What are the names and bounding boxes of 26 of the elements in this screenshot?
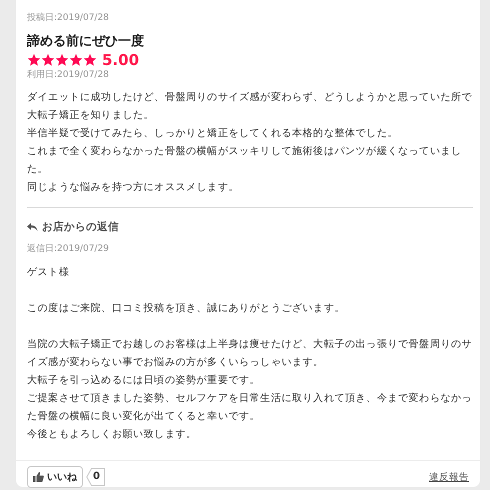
reply-text: 当院の大転子矯正でお越しのお客様は上半身は痩せたけど、大転子の出っ張りで骨盤周りのサイズ感が変わらない事でお悩みの方が多くいらっしゃいます。 [27, 338, 473, 370]
star-icon [41, 53, 55, 67]
like-count: 0 [86, 468, 105, 486]
review-text: 半信半疑で受けてみたら、しっかりと矯正をしてくれる本格的な整体でした。 [27, 126, 399, 141]
review-text: ダイエットに成功したけど、骨盤周りのサイズ感が変わらず、どうしようかと思っていた所で大転子矯正を知りました。 [27, 90, 473, 123]
reply-text: 今後ともよろしくお願い致します。 [27, 428, 198, 442]
reply-text: この度はご来院、口コミ投稿を頂き、誠にありがとうございます。 [27, 302, 346, 316]
reply-date: 返信日:2019/07/29 [27, 243, 110, 255]
star-icon [55, 53, 69, 67]
star-icon [83, 53, 97, 67]
review-title: 諦める前にぜひ一度 [27, 34, 145, 50]
like-button[interactable]: いいね [27, 466, 83, 488]
review-text: これまで全く変わらなかった骨盤の横幅がスッキリして施術後はパンツが緩くなっていました。 [27, 144, 463, 177]
reply-icon [27, 222, 38, 232]
visit-date: 利用日:2019/07/28 [27, 69, 110, 81]
reply-heading: お店からの返信 [42, 220, 119, 234]
star-icon [27, 53, 41, 67]
star-icon [69, 53, 83, 67]
reply-text: ゲスト様 [27, 266, 70, 280]
thumbs-up-icon [33, 472, 44, 482]
reply-text: ご提案させて頂きました姿勢、セルフケアを日常生活に取り入れて頂き、今まで変わらなかった骨盤の横幅に良い変化が出てくると幸いです。 [27, 392, 473, 424]
review-text: 同じような悩みを持つ方にオススメします。 [27, 180, 240, 195]
rating-score: 5.00 [102, 51, 140, 69]
posted-date: 投稿日:2019/07/28 [27, 12, 110, 24]
reply-text: 大転子を引っ込めるには日頃の姿勢が重要です。 [27, 374, 262, 388]
report-link[interactable]: 違反報告 [429, 470, 469, 484]
